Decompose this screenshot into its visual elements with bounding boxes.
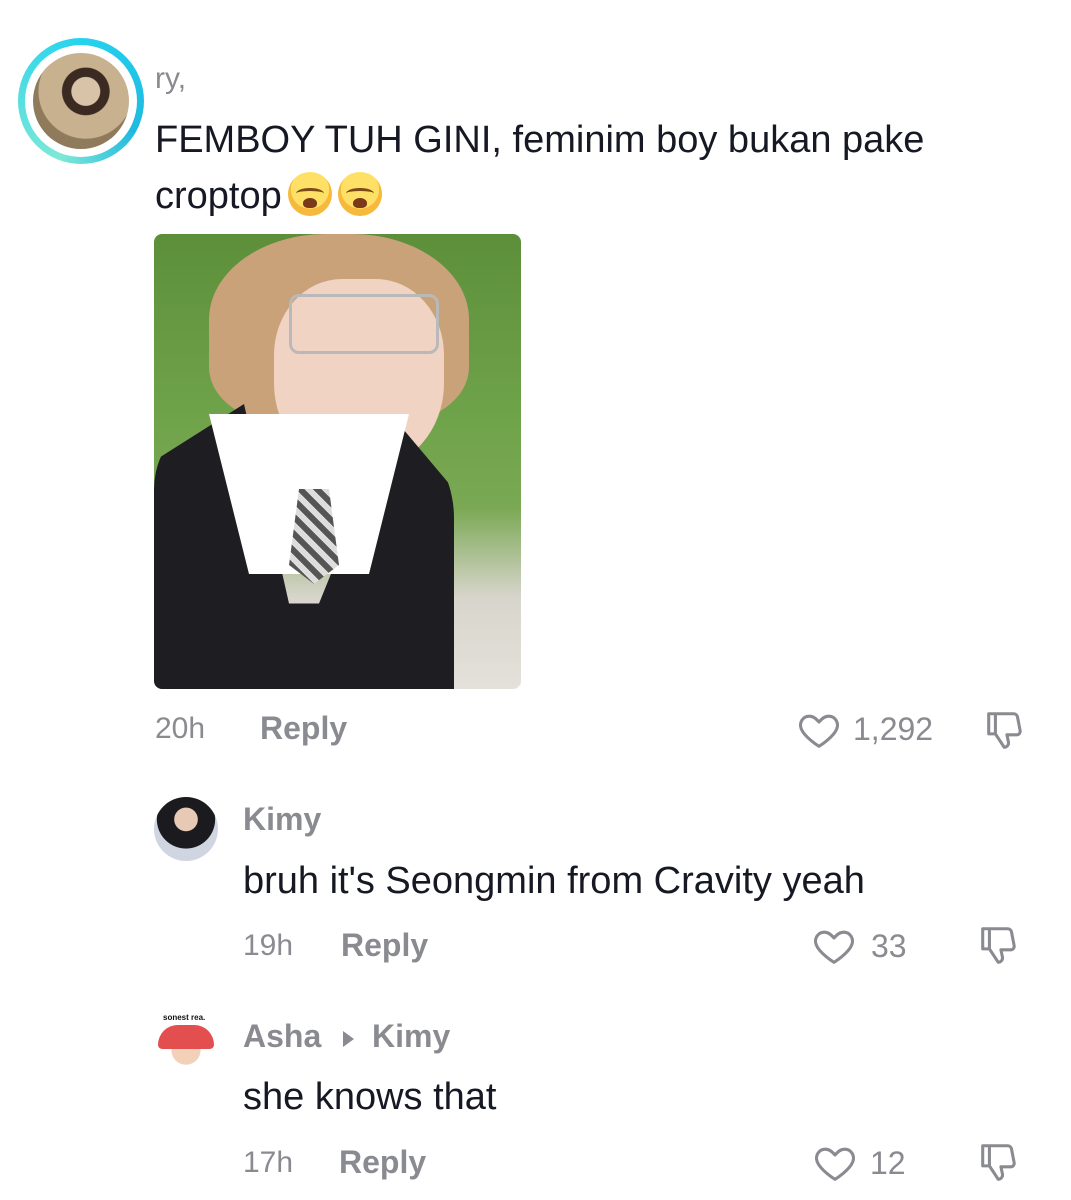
- reply-arrow-icon: [343, 1031, 354, 1047]
- like-count: 1,292: [853, 711, 934, 747]
- reply-avatar[interactable]: [154, 1015, 218, 1079]
- heart-icon[interactable]: [796, 707, 842, 753]
- reply-username[interactable]: Kimy: [243, 801, 321, 838]
- dislike-icon[interactable]: [976, 923, 1022, 969]
- comment-time: 20h: [155, 712, 206, 745]
- photo-glasses: [289, 294, 439, 354]
- reply-time: 19h: [243, 929, 294, 962]
- dislike-icon[interactable]: [982, 708, 1028, 754]
- reply-button[interactable]: Reply: [339, 1144, 426, 1181]
- reply-avatar[interactable]: [154, 797, 218, 861]
- reply-button[interactable]: Reply: [341, 927, 428, 964]
- comment-text: FEMBOY TUH GINI, feminim boy bukan pake …: [155, 112, 1035, 224]
- reply-time: 17h: [243, 1146, 294, 1179]
- like-count: 33: [871, 928, 907, 964]
- crying-emoji-icon: [337, 172, 382, 216]
- reply-to-username[interactable]: Kimy: [372, 1018, 450, 1055]
- crying-emoji-icon: [287, 172, 332, 216]
- comment-username[interactable]: ry,: [155, 62, 186, 96]
- comment-text-content: FEMBOY TUH GINI, feminim boy bukan pake …: [155, 119, 925, 217]
- avatar-caption: sonest rea.: [163, 1013, 206, 1022]
- reply-username[interactable]: Asha: [243, 1018, 321, 1055]
- dislike-icon[interactable]: [976, 1140, 1022, 1186]
- heart-icon[interactable]: [812, 1140, 858, 1186]
- heart-icon[interactable]: [811, 923, 857, 969]
- reply-text: she knows that: [243, 1076, 497, 1118]
- like-count: 12: [870, 1145, 906, 1181]
- comment-photo[interactable]: [154, 234, 521, 689]
- reply-button[interactable]: Reply: [260, 710, 347, 747]
- avatar[interactable]: [33, 53, 129, 149]
- reply-text: bruh it's Seongmin from Cravity yeah: [243, 860, 865, 902]
